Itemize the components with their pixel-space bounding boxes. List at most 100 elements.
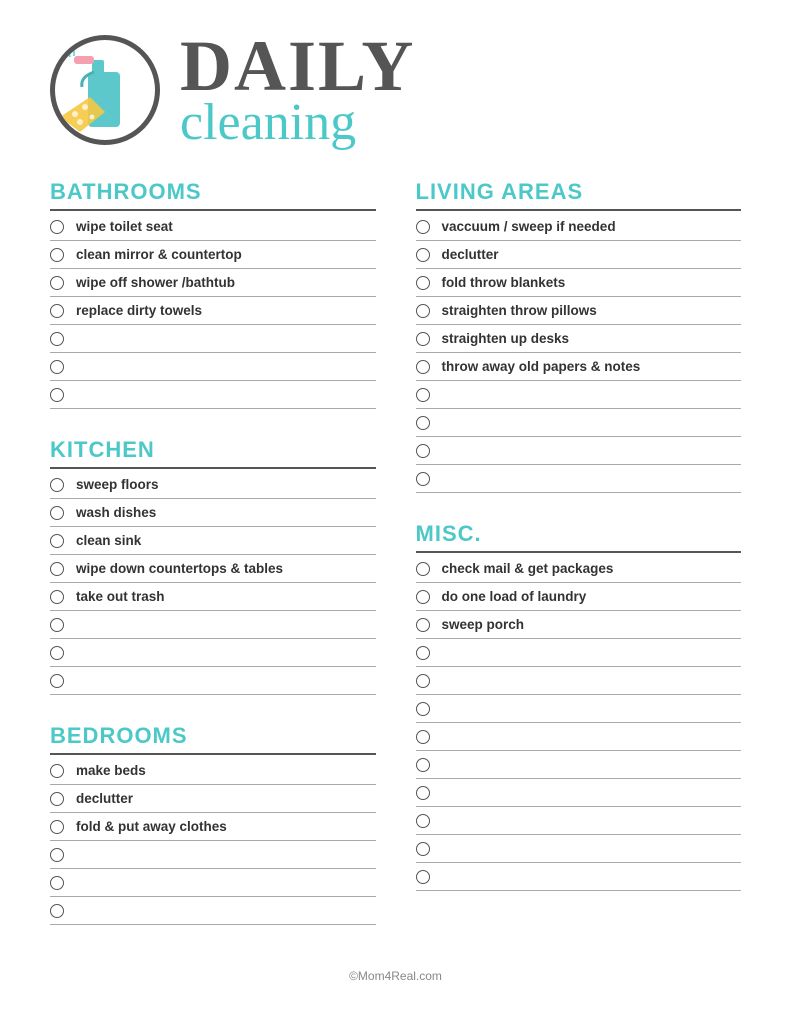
check-circle[interactable] (416, 332, 430, 346)
check-circle[interactable] (50, 674, 64, 688)
checklist-item[interactable]: throw away old papers & notes (416, 353, 742, 381)
check-circle[interactable] (50, 220, 64, 234)
item-label: wipe off shower /bathtub (76, 275, 235, 290)
check-circle[interactable] (50, 848, 64, 862)
check-circle[interactable] (416, 730, 430, 744)
empty-checklist-item (50, 353, 376, 381)
empty-checklist-item (416, 863, 742, 891)
checklist-item[interactable]: straighten up desks (416, 325, 742, 353)
checklist-item[interactable]: fold & put away clothes (50, 813, 376, 841)
check-circle[interactable] (50, 332, 64, 346)
left-column: BATHROOMS wipe toilet seat clean mirror & … (50, 179, 376, 953)
check-circle[interactable] (50, 792, 64, 806)
check-circle[interactable] (416, 646, 430, 660)
item-label: sweep floors (76, 477, 159, 492)
checklist-item[interactable]: do one load of laundry (416, 583, 742, 611)
item-label: fold throw blankets (442, 275, 566, 290)
checklist-item[interactable]: replace dirty towels (50, 297, 376, 325)
empty-checklist-item (416, 639, 742, 667)
checklist-item[interactable]: fold throw blankets (416, 269, 742, 297)
item-label: make beds (76, 763, 146, 778)
section-bathrooms: BATHROOMS wipe toilet seat clean mirror & … (50, 179, 376, 409)
check-circle[interactable] (50, 820, 64, 834)
item-label: wash dishes (76, 505, 156, 520)
check-circle[interactable] (50, 388, 64, 402)
empty-checklist-item (416, 779, 742, 807)
title-daily: DAILY (180, 30, 415, 102)
section-living-areas: LIVING AREASvaccuum / sweep if neededdec… (416, 179, 742, 493)
check-circle[interactable] (416, 618, 430, 632)
check-circle[interactable] (50, 304, 64, 318)
section-bedrooms: BEDROOMSmake bedsdeclutterfold & put awa… (50, 723, 376, 925)
check-circle[interactable] (416, 758, 430, 772)
checklist-item[interactable]: declutter (416, 241, 742, 269)
section-misc: MISC. check mail & get packages do one loa… (416, 521, 742, 891)
item-label: straighten up desks (442, 331, 570, 346)
item-label: check mail & get packages (442, 561, 614, 576)
checklist-item[interactable]: sweep floors (50, 471, 376, 499)
check-circle[interactable] (416, 220, 430, 234)
check-circle[interactable] (416, 276, 430, 290)
check-circle[interactable] (416, 416, 430, 430)
empty-checklist-item (50, 897, 376, 925)
empty-checklist-item (416, 723, 742, 751)
item-label: wipe down countertops & tables (76, 561, 283, 576)
checklist-item[interactable]: sweep porch (416, 611, 742, 639)
checklist-item[interactable]: wipe off shower /bathtub (50, 269, 376, 297)
check-circle[interactable] (416, 674, 430, 688)
check-circle[interactable] (50, 248, 64, 262)
checklist-item[interactable]: clean mirror & countertop (50, 241, 376, 269)
item-label: throw away old papers & notes (442, 359, 641, 374)
check-circle[interactable] (416, 842, 430, 856)
check-circle[interactable] (416, 388, 430, 402)
check-circle[interactable] (50, 618, 64, 632)
check-circle[interactable] (416, 590, 430, 604)
checklist-item[interactable]: wipe toilet seat (50, 213, 376, 241)
empty-checklist-item (416, 409, 742, 437)
checklist-item[interactable]: declutter (50, 785, 376, 813)
check-circle[interactable] (50, 646, 64, 660)
checklist-item[interactable]: wipe down countertops & tables (50, 555, 376, 583)
check-circle[interactable] (416, 304, 430, 318)
item-label: wipe toilet seat (76, 219, 173, 234)
check-circle[interactable] (50, 478, 64, 492)
checklist-item[interactable]: check mail & get packages (416, 555, 742, 583)
footer: ©Mom4Real.com (50, 969, 741, 983)
check-circle[interactable] (50, 360, 64, 374)
empty-checklist-item (50, 869, 376, 897)
check-circle[interactable] (416, 444, 430, 458)
check-circle[interactable] (50, 534, 64, 548)
empty-checklist-item (416, 807, 742, 835)
empty-checklist-item (416, 667, 742, 695)
checklist-item[interactable]: wash dishes (50, 499, 376, 527)
header: DAILY cleaning (50, 30, 741, 149)
check-circle[interactable] (416, 786, 430, 800)
check-circle[interactable] (416, 562, 430, 576)
check-circle[interactable] (50, 276, 64, 290)
item-label: straighten throw pillows (442, 303, 597, 318)
checklist-item[interactable]: clean sink (50, 527, 376, 555)
check-circle[interactable] (416, 472, 430, 486)
check-circle[interactable] (50, 904, 64, 918)
check-circle[interactable] (416, 814, 430, 828)
footer-text: ©Mom4Real.com (349, 969, 442, 983)
check-circle[interactable] (50, 764, 64, 778)
check-circle[interactable] (50, 876, 64, 890)
item-label: declutter (442, 247, 499, 262)
right-column: LIVING AREASvaccuum / sweep if neededdec… (416, 179, 742, 953)
content-columns: BATHROOMS wipe toilet seat clean mirror & … (50, 179, 741, 953)
checklist-item[interactable]: straighten throw pillows (416, 297, 742, 325)
checklist-item[interactable]: vaccuum / sweep if needed (416, 213, 742, 241)
section-title-bathrooms: BATHROOMS (50, 179, 376, 211)
check-circle[interactable] (50, 562, 64, 576)
check-circle[interactable] (416, 870, 430, 884)
check-circle[interactable] (416, 248, 430, 262)
check-circle[interactable] (416, 702, 430, 716)
checklist-item[interactable]: take out trash (50, 583, 376, 611)
page: DAILY cleaning BATHROOMS wipe toilet seat… (0, 0, 791, 1024)
check-circle[interactable] (50, 506, 64, 520)
section-title-misc: MISC. (416, 521, 742, 553)
checklist-item[interactable]: make beds (50, 757, 376, 785)
check-circle[interactable] (50, 590, 64, 604)
check-circle[interactable] (416, 360, 430, 374)
